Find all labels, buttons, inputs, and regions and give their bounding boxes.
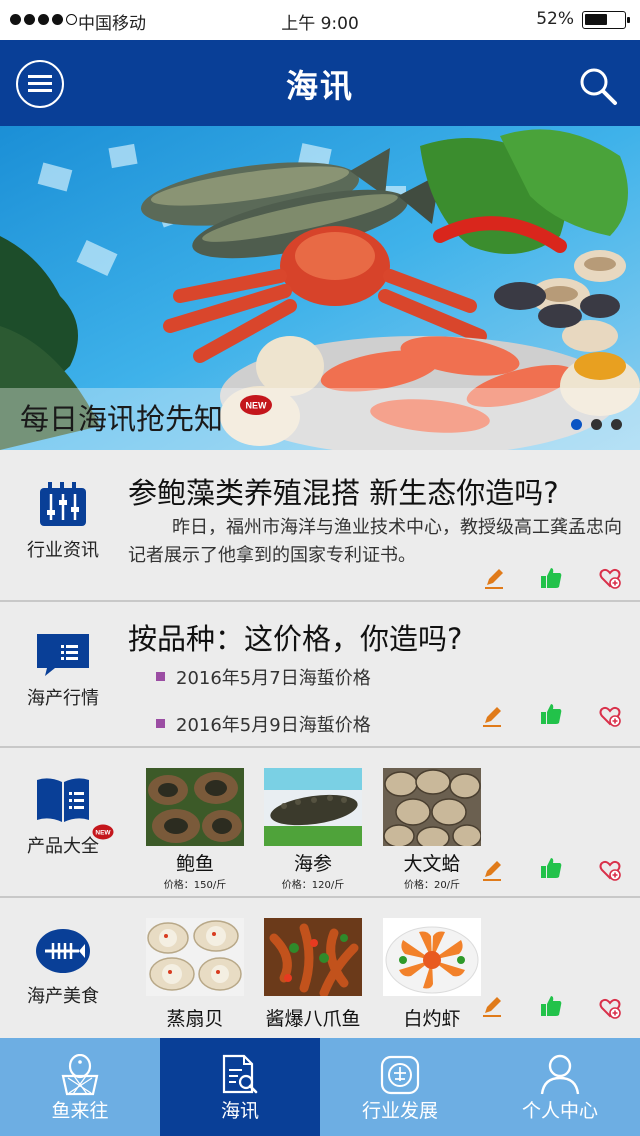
svg-text:NEW: NEW (95, 830, 111, 837)
bottom-tab-bar: 鱼来往 海讯 行业发展 个人中心 (0, 1038, 640, 1136)
product-name: 鲍鱼 (175, 853, 214, 875)
tab-label: 行业发展 (361, 1100, 438, 1122)
svg-text:NEW: NEW (246, 401, 268, 411)
pager-dot[interactable] (611, 419, 622, 430)
product-price: 价格：20/斤 (403, 880, 461, 891)
news-summary: 昨日，福州市海洋与渔业技术中心，教授级高工龚孟忠向记者展示了他拿到的国家专利证书… (128, 517, 622, 566)
market-headline[interactable]: 按品种：这价格，你造吗? (128, 616, 462, 658)
octopus-dish-thumbnail[interactable] (264, 918, 362, 996)
clam-thumbnail[interactable] (383, 768, 481, 846)
sea-cucumber-thumbnail[interactable] (264, 768, 362, 846)
battery-percent: 52% (536, 9, 574, 29)
dish-name: 白灼虾 (403, 1008, 461, 1030)
user-icon (540, 1054, 580, 1095)
seafood-banner[interactable]: 每日海讯抢先知 NEW (0, 126, 640, 450)
market-card[interactable]: 海产行情 按品种：这价格，你造吗? 2016年5月7日海蜇价格 2016年5月9… (0, 602, 640, 748)
product-name: 大文蛤 (403, 853, 461, 875)
equalizer-icon (40, 482, 86, 526)
tab-label: 鱼来往 (51, 1100, 109, 1122)
tab-fish-trade[interactable]: 鱼来往 (0, 1038, 160, 1136)
list-icon (37, 634, 89, 676)
market-item[interactable]: 2016年5月7日海蜇价格 (176, 664, 371, 690)
nav-bar: 海讯 (0, 40, 640, 126)
food-card[interactable]: 海产美食 蒸扇贝 酱爆八爪鱼 白灼虾 (0, 898, 640, 1038)
market-item[interactable]: 2016年5月9日海蜇价格 (176, 711, 371, 737)
boiled-shrimp-thumbnail[interactable] (383, 918, 481, 996)
news-card[interactable]: 行业资讯 参鲍藻类养殖混搭 新生态你造吗? 昨日，福州市海洋与渔业技术中心，教授… (0, 450, 640, 602)
battery-icon (582, 11, 630, 29)
fish-basket-icon (61, 1054, 99, 1096)
add-favorite-icon[interactable] (598, 704, 622, 728)
dish-name: 蒸扇贝 (166, 1008, 224, 1030)
category-market[interactable]: 海产行情 (0, 632, 126, 710)
category-products[interactable]: 产品大全 (0, 776, 126, 858)
banner-caption: 每日海讯抢先知 (20, 402, 224, 436)
category-industry-news[interactable]: 行业资讯 (0, 482, 126, 562)
add-favorite-icon[interactable] (598, 566, 622, 590)
banner-pager[interactable] (571, 419, 622, 430)
thumbs-up-icon[interactable] (539, 994, 563, 1018)
industry-icon (380, 1055, 420, 1095)
edit-icon[interactable] (480, 858, 504, 882)
tab-label: 个人中心 (521, 1100, 598, 1122)
add-favorite-icon[interactable] (598, 858, 622, 882)
thumbs-up-icon[interactable] (539, 566, 563, 590)
book-icon (37, 778, 89, 822)
edit-icon[interactable] (480, 704, 504, 728)
add-favorite-icon[interactable] (598, 996, 622, 1020)
product-name: 海参 (293, 853, 332, 875)
list-bullet (156, 672, 165, 681)
product-price: 价格：150/斤 (163, 880, 227, 891)
tab-label: 海讯 (220, 1100, 259, 1122)
tab-industry-development[interactable]: 行业发展 (320, 1038, 480, 1136)
new-badge: NEW (92, 824, 114, 840)
pager-dot[interactable] (571, 419, 582, 430)
thumbs-up-icon[interactable] (539, 856, 563, 880)
search-icon[interactable] (578, 66, 618, 106)
edit-icon[interactable] (482, 566, 506, 590)
status-bar: 中国移动 上午 9:00 52% (0, 0, 640, 40)
page-title: 海讯 (285, 67, 354, 105)
products-card[interactable]: 产品大全 NEW 鲍鱼 价格：150/斤 海参 价格：120/斤 大文蛤 价格：… (0, 748, 640, 898)
steamed-scallop-thumbnail[interactable] (146, 918, 244, 996)
fish-bone-icon (36, 929, 90, 973)
thumbs-up-icon[interactable] (539, 702, 563, 726)
tab-news[interactable]: 海讯 (160, 1038, 320, 1136)
abalone-thumbnail[interactable] (146, 768, 244, 846)
list-bullet (156, 719, 165, 728)
category-label: 海产美食 (27, 986, 99, 1007)
new-badge: NEW (240, 395, 272, 415)
news-headline[interactable]: 参鲍藻类养殖混搭 新生态你造吗? (128, 470, 559, 512)
news-search-icon (222, 1054, 258, 1094)
dish-name: 酱爆八爪鱼 (265, 1008, 361, 1030)
edit-icon[interactable] (480, 994, 504, 1018)
pager-dot[interactable] (591, 419, 602, 430)
category-label: 行业资讯 (27, 540, 99, 561)
category-label: 海产行情 (27, 688, 99, 709)
category-food[interactable]: 海产美食 (0, 928, 126, 1008)
product-price: 价格：120/斤 (281, 880, 345, 891)
tab-profile[interactable]: 个人中心 (480, 1038, 640, 1136)
